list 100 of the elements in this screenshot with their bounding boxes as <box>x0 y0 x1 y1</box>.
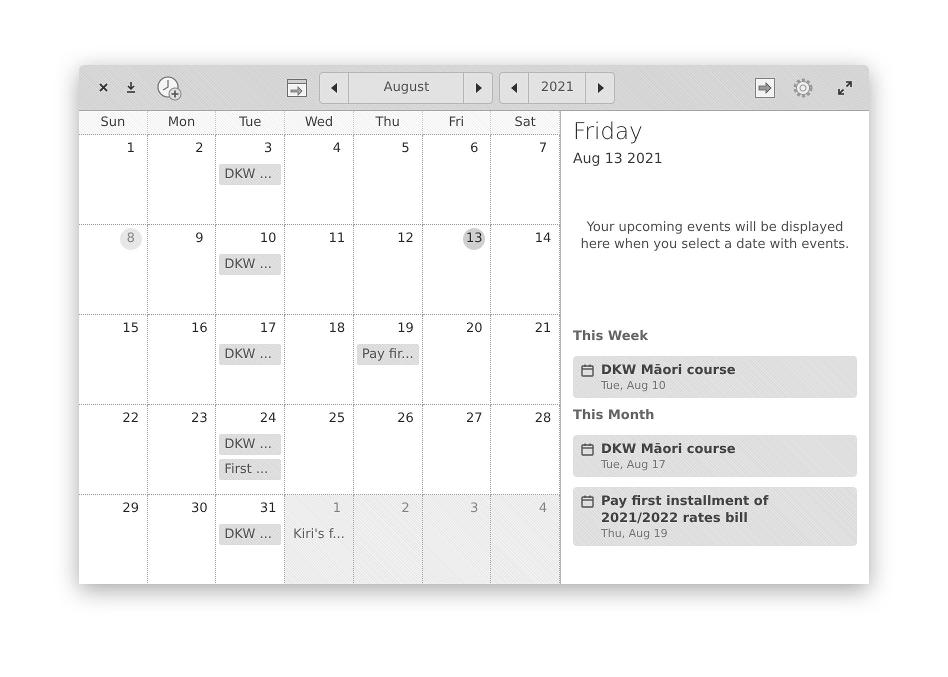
event-date: Tue, Aug 10 <box>601 379 667 392</box>
event-date: Tue, Aug 17 <box>601 458 667 471</box>
day-cell[interactable]: 24 DKW ... First ... <box>216 405 286 495</box>
day-cell[interactable]: 7 <box>491 135 560 225</box>
event-card[interactable]: DKW Māori course Tue, Aug 10 <box>573 356 857 398</box>
weekday-header: Mon <box>148 111 216 135</box>
day-number: 2 <box>400 500 411 518</box>
day-cell[interactable]: 15 <box>79 315 148 405</box>
year-label: 2021 <box>528 72 586 102</box>
selected-weekday: Friday <box>573 119 644 145</box>
day-cell[interactable]: 21 <box>491 315 560 405</box>
weekday-header: Fri <box>422 111 492 135</box>
day-number: 25 <box>328 410 346 428</box>
day-cell[interactable]: 19 Pay fir... <box>354 315 423 405</box>
event-card[interactable]: Pay first installment of 2021/2022 rates bill Thu, Aug 19 <box>573 487 857 546</box>
day-number: 2 <box>194 140 205 158</box>
day-cell[interactable]: 5 <box>354 135 423 225</box>
right-triangle-icon <box>474 82 482 92</box>
day-number: 7 <box>538 140 548 158</box>
day-number: 4 <box>332 140 342 158</box>
left-triangle-icon <box>330 82 338 92</box>
weekday-header: Tue <box>216 111 286 135</box>
event-chip[interactable]: First ... <box>219 459 282 480</box>
event-chip[interactable]: DKW ... <box>219 344 282 365</box>
download-icon <box>126 82 136 93</box>
day-cell[interactable]: 17 DKW ... <box>216 315 286 405</box>
weekday-header: Sun <box>79 111 148 135</box>
day-number: 24 <box>258 410 278 428</box>
day-number: 28 <box>534 410 552 428</box>
day-number: 1 <box>126 140 136 158</box>
event-title: DKW Māori course <box>601 441 736 458</box>
day-number: 8 <box>120 228 142 250</box>
day-cell[interactable]: 1 Kiri's f... <box>285 495 354 584</box>
day-number: 22 <box>121 410 140 428</box>
day-number: 4 <box>538 500 548 518</box>
day-number: 15 <box>121 320 140 338</box>
section-heading: This Month <box>573 408 656 423</box>
day-cell[interactable]: 20 <box>422 315 492 405</box>
day-cell[interactable]: 23 <box>148 405 216 495</box>
day-number: 31 <box>258 500 278 518</box>
day-cell[interactable]: 12 <box>354 225 423 315</box>
weekday-header: Sat <box>491 111 560 135</box>
day-number: 13 <box>463 228 486 250</box>
selected-date: Aug 13 2021 <box>573 151 664 167</box>
day-number: 11 <box>328 230 346 248</box>
day-number: 19 <box>396 320 415 338</box>
section-heading: This Week <box>573 329 649 344</box>
day-cell[interactable]: 31 DKW ... <box>216 495 286 584</box>
event-chip[interactable]: Kiri's f... <box>288 524 350 545</box>
day-cell[interactable]: 16 <box>148 315 216 405</box>
day-number: 5 <box>400 140 411 158</box>
day-cell[interactable]: 29 <box>79 495 148 584</box>
event-date: Thu, Aug 19 <box>601 527 669 540</box>
day-number: 17 <box>258 320 278 338</box>
day-cell[interactable]: 11 <box>285 225 354 315</box>
day-number: 14 <box>534 230 552 248</box>
day-cell[interactable]: 4 <box>285 135 354 225</box>
day-cell[interactable]: 10 DKW ... <box>216 225 286 315</box>
day-number: 29 <box>121 500 140 518</box>
day-number: 10 <box>258 230 278 248</box>
left-triangle-icon <box>510 82 518 92</box>
day-cell[interactable]: 30 <box>148 495 216 584</box>
weekday-header: Wed <box>285 111 354 135</box>
clock-plus-icon <box>156 74 182 100</box>
event-chip[interactable]: Pay fir... <box>356 344 419 365</box>
day-number: 1 <box>332 500 342 518</box>
day-cell[interactable]: 13 <box>422 225 492 315</box>
day-cell[interactable]: 18 <box>285 315 354 405</box>
event-chip[interactable]: DKW ... <box>219 434 282 455</box>
event-title: DKW Māori course <box>601 362 736 379</box>
empty-message: Your upcoming events will be displayed here when you select a date with events. <box>580 219 850 253</box>
event-chip[interactable]: DKW ... <box>219 254 282 275</box>
day-number: 12 <box>396 230 415 248</box>
day-number: 3 <box>263 140 274 158</box>
day-cell[interactable]: 14 <box>491 225 560 315</box>
day-number: 20 <box>465 320 484 338</box>
expand-icon <box>838 80 852 94</box>
day-number: 27 <box>465 410 484 428</box>
day-number: 26 <box>396 410 415 428</box>
calendar-icon <box>581 364 594 377</box>
event-card[interactable]: DKW Māori course Tue, Aug 17 <box>573 435 857 477</box>
day-number: 6 <box>469 140 480 158</box>
event-chip[interactable]: DKW ... <box>219 524 282 545</box>
event-title: Pay first installment of 2021/2022 rates bill <box>601 493 770 527</box>
day-cell[interactable]: 6 <box>422 135 492 225</box>
calendar-icon <box>581 443 594 456</box>
day-cell[interactable]: 1 <box>79 135 148 225</box>
day-cell[interactable]: 22 <box>79 405 148 495</box>
right-triangle-icon <box>596 82 604 92</box>
day-number: 9 <box>194 230 205 248</box>
day-number: 30 <box>190 500 209 518</box>
day-cell[interactable]: 9 <box>148 225 216 315</box>
day-cell[interactable]: 2 <box>148 135 216 225</box>
event-chip[interactable]: DKW ... <box>219 164 282 185</box>
day-number: 16 <box>190 320 209 338</box>
day-number: 3 <box>469 500 480 518</box>
month-label: August <box>348 72 464 102</box>
new-event-button[interactable] <box>155 74 183 102</box>
day-number: 18 <box>328 320 346 338</box>
day-cell[interactable]: 3 DKW ... <box>216 135 286 225</box>
